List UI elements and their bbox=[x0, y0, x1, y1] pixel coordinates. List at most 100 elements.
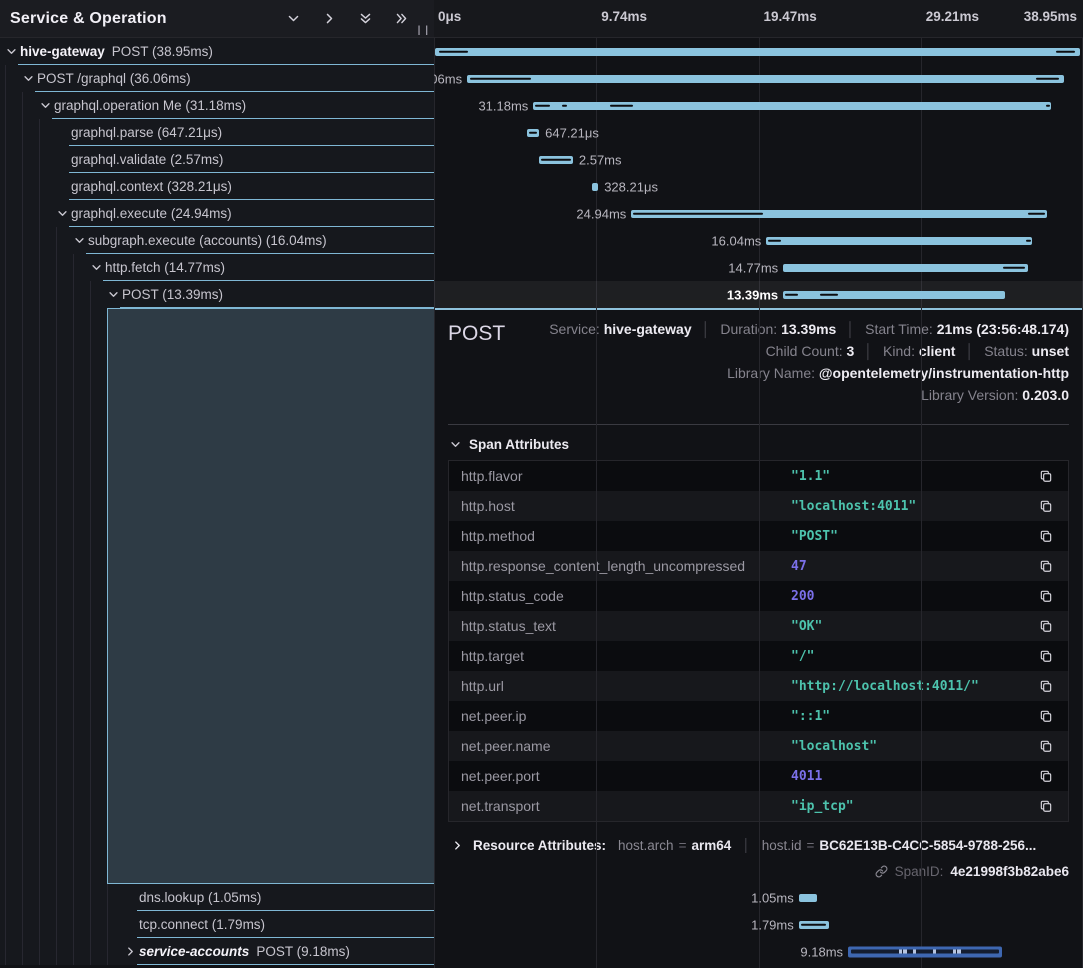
copy-value-button[interactable] bbox=[1024, 799, 1068, 813]
span-name-cell[interactable]: http.fetch (14.77ms) bbox=[0, 254, 434, 281]
attribute-value: "POST" bbox=[791, 529, 1024, 544]
timeline-cell[interactable] bbox=[434, 38, 1083, 65]
span-tree-row[interactable]: POST (13.39ms)13.39ms bbox=[0, 281, 1083, 308]
span-bar[interactable] bbox=[631, 210, 1047, 218]
copy-value-button[interactable] bbox=[1024, 589, 1068, 603]
span-bar[interactable] bbox=[527, 129, 539, 137]
span-name-cell[interactable]: service-accountsPOST (9.18ms) bbox=[0, 938, 434, 965]
timeline-cell[interactable]: 647.21μs bbox=[434, 119, 1083, 146]
span-bar[interactable] bbox=[799, 894, 817, 902]
span-bar[interactable] bbox=[435, 48, 1079, 56]
span-name-cell[interactable]: graphql.validate (2.57ms) bbox=[0, 146, 434, 173]
span-detail-row: POST Service: hive-gateway│Duration: 13.… bbox=[0, 308, 1083, 884]
timeline-cell[interactable]: 14.77ms bbox=[434, 254, 1083, 281]
span-name-cell[interactable]: POST /graphql (36.06ms) bbox=[0, 65, 434, 92]
span-bar[interactable] bbox=[766, 237, 1032, 245]
span-name-cell[interactable]: subgraph.execute (accounts) (16.04ms) bbox=[0, 227, 434, 254]
span-attributes-header[interactable]: Span Attributes bbox=[450, 437, 1069, 452]
span-tree-row[interactable]: tcp.connect (1.79ms)1.79ms bbox=[0, 911, 1083, 938]
span-tree-row[interactable]: graphql.parse (647.21μs)647.21μs bbox=[0, 119, 1083, 146]
timeline-cell[interactable]: 13.39ms bbox=[434, 281, 1083, 308]
span-tree-row[interactable]: dns.lookup (1.05ms)1.05ms bbox=[0, 884, 1083, 911]
copy-value-button[interactable] bbox=[1024, 619, 1068, 633]
timeline-cell[interactable]: 24.94ms bbox=[434, 200, 1083, 227]
expand-collapse-chevron[interactable] bbox=[72, 227, 86, 254]
span-name-cell[interactable]: POST (13.39ms) bbox=[0, 281, 434, 308]
child-span-marker bbox=[633, 212, 763, 215]
timeline-cell[interactable]: 1.79ms bbox=[434, 911, 1083, 938]
span-id-value: 4e21998f3b82abe6 bbox=[950, 864, 1069, 879]
span-name-content: graphql.operation Me (31.18ms) bbox=[52, 92, 434, 119]
span-tree-row[interactable]: POST /graphql (36.06ms)36.06ms bbox=[0, 65, 1083, 92]
link-icon[interactable] bbox=[875, 865, 888, 878]
chevron-right-icon bbox=[125, 946, 136, 957]
timeline-cell[interactable]: 1.05ms bbox=[434, 884, 1083, 911]
attribute-row: http.url"http://localhost:4011/" bbox=[449, 671, 1068, 701]
span-bar[interactable] bbox=[533, 102, 1051, 110]
span-bar[interactable] bbox=[783, 264, 1028, 272]
span-bar[interactable] bbox=[592, 183, 598, 191]
span-bar[interactable] bbox=[467, 75, 1064, 83]
copy-value-button[interactable] bbox=[1024, 469, 1068, 483]
duration-label: 31.18ms bbox=[478, 98, 528, 113]
span-name-cell[interactable]: graphql.execute (24.94ms) bbox=[0, 200, 434, 227]
overview-label: Status: bbox=[984, 343, 1031, 359]
span-name-cell[interactable]: graphql.operation Me (31.18ms) bbox=[0, 92, 434, 119]
chevron-right-icon[interactable] bbox=[452, 840, 463, 851]
span-tree-row[interactable]: http.fetch (14.77ms) 14.77ms bbox=[0, 254, 1083, 281]
timeline-cell[interactable]: 2.57ms bbox=[434, 146, 1083, 173]
span-tree-row[interactable]: graphql.execute (24.94ms)24.94ms bbox=[0, 200, 1083, 227]
collapse-all-button[interactable] bbox=[359, 12, 372, 25]
span-name-cell[interactable]: graphql.parse (647.21μs) bbox=[0, 119, 434, 146]
copy-value-button[interactable] bbox=[1024, 769, 1068, 783]
span-bar[interactable] bbox=[783, 291, 1005, 299]
attribute-row: http.status_code200 bbox=[449, 581, 1068, 611]
child-span-marker bbox=[801, 923, 827, 926]
span-tree-row[interactable]: subgraph.execute (accounts) (16.04ms)16.… bbox=[0, 227, 1083, 254]
expand-collapse-chevron[interactable] bbox=[55, 200, 69, 227]
attribute-value: 200 bbox=[791, 589, 1024, 604]
copy-icon bbox=[1039, 559, 1053, 573]
span-tree-row[interactable]: graphql.context (328.21μs)328.21μs bbox=[0, 173, 1083, 200]
resource-attribute-value: arm64 bbox=[691, 838, 731, 853]
timeline-cell[interactable]: 9.18ms bbox=[434, 938, 1083, 965]
expand-one-level-button[interactable] bbox=[323, 12, 336, 25]
span-event-dot bbox=[913, 950, 917, 954]
copy-value-button[interactable] bbox=[1024, 499, 1068, 513]
overview-value: unset bbox=[1032, 343, 1069, 359]
expand-collapse-chevron[interactable] bbox=[123, 938, 137, 965]
span-name-cell[interactable]: dns.lookup (1.05ms) bbox=[0, 884, 434, 911]
expand-collapse-chevron[interactable] bbox=[21, 65, 35, 92]
column-resize-handle[interactable]: | | bbox=[418, 25, 429, 36]
span-tree-row[interactable]: graphql.operation Me (31.18ms) 31.18ms bbox=[0, 92, 1083, 119]
span-tree-row[interactable]: graphql.validate (2.57ms)2.57ms bbox=[0, 146, 1083, 173]
span-tree-row[interactable]: service-accountsPOST (9.18ms)9.18ms bbox=[0, 938, 1083, 965]
copy-value-button[interactable] bbox=[1024, 649, 1068, 663]
timeline-cell[interactable]: 16.04ms bbox=[434, 227, 1083, 254]
expand-collapse-chevron[interactable] bbox=[4, 38, 18, 65]
copy-value-button[interactable] bbox=[1024, 559, 1068, 573]
expand-collapse-chevron[interactable] bbox=[106, 281, 120, 308]
expand-collapse-chevron[interactable] bbox=[89, 254, 103, 281]
span-bar[interactable] bbox=[539, 156, 573, 164]
copy-value-button[interactable] bbox=[1024, 529, 1068, 543]
copy-value-button[interactable] bbox=[1024, 709, 1068, 723]
copy-value-button[interactable] bbox=[1024, 679, 1068, 693]
span-event-dot bbox=[933, 950, 937, 954]
expand-collapse-chevron[interactable] bbox=[38, 92, 52, 119]
span-name-cell[interactable]: graphql.context (328.21μs) bbox=[0, 173, 434, 200]
duration-label: 14.77ms bbox=[728, 260, 778, 275]
timeline-cell[interactable]: 328.21μs bbox=[434, 173, 1083, 200]
copy-value-button[interactable] bbox=[1024, 739, 1068, 753]
selected-span-block[interactable] bbox=[107, 308, 434, 884]
overview-label: Duration: bbox=[720, 321, 781, 337]
span-name-cell[interactable]: tcp.connect (1.79ms) bbox=[0, 911, 434, 938]
span-tree-row[interactable]: hive-gatewayPOST (38.95ms) bbox=[0, 38, 1083, 65]
timeline-cell[interactable]: 36.06ms bbox=[434, 65, 1083, 92]
span-name-cell[interactable]: hive-gatewayPOST (38.95ms) bbox=[0, 38, 434, 65]
expand-all-button[interactable] bbox=[395, 12, 408, 25]
collapse-one-level-button[interactable] bbox=[287, 12, 300, 25]
span-bar[interactable] bbox=[848, 946, 1002, 957]
timeline-cell[interactable]: 31.18ms bbox=[434, 92, 1083, 119]
span-bar[interactable] bbox=[799, 921, 829, 929]
